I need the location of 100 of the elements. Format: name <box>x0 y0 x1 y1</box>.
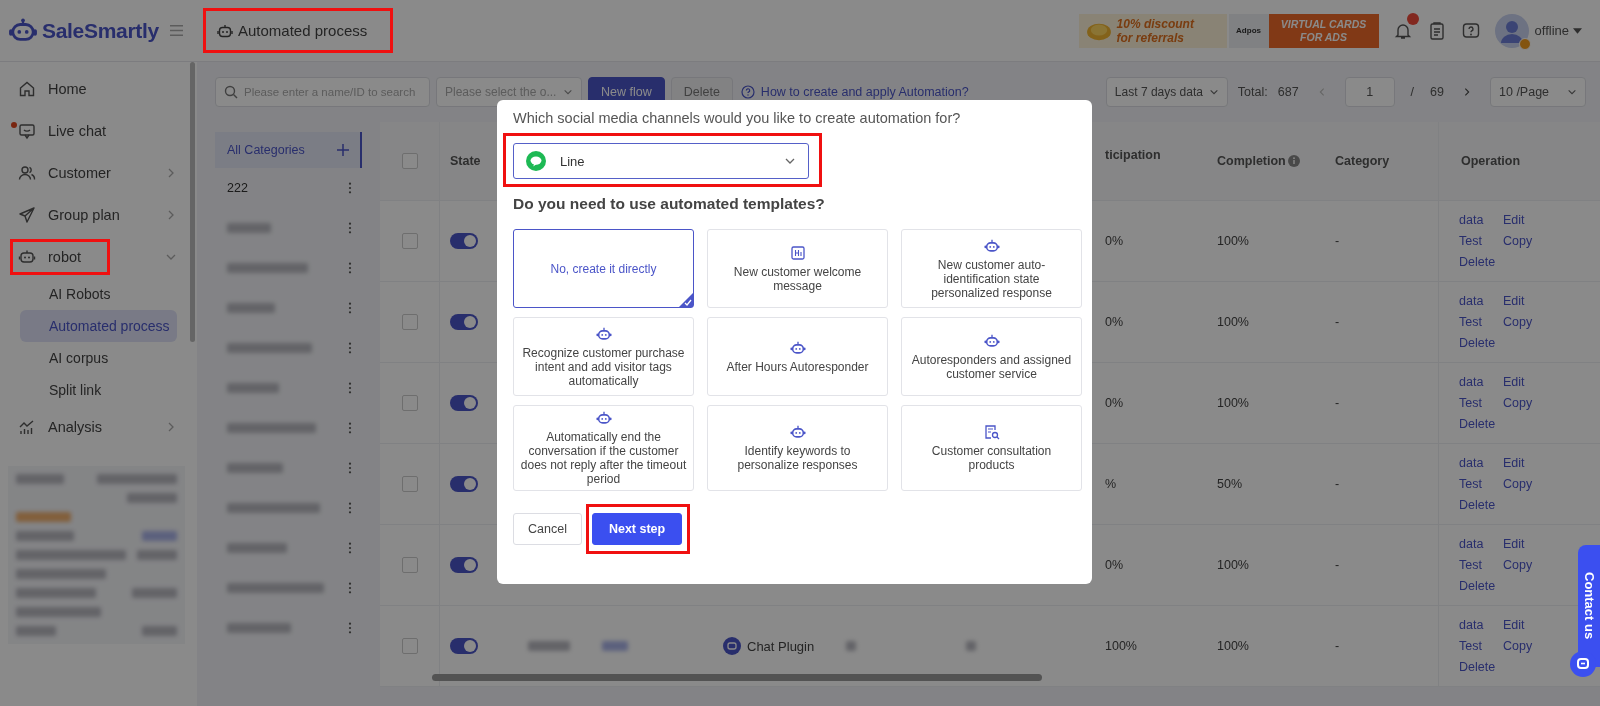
action-link[interactable]: data <box>1459 618 1503 632</box>
checkbox[interactable] <box>401 638 418 654</box>
action-link[interactable]: Delete <box>1459 498 1503 512</box>
toggle-switch[interactable] <box>450 557 478 573</box>
avatar-icon[interactable] <box>1494 13 1529 48</box>
template-card[interactable]: Customer consultation products <box>901 405 1082 491</box>
category-item[interactable]: 222 <box>215 168 362 208</box>
more-icon[interactable] <box>348 182 352 194</box>
next-step-button[interactable]: Next step <box>591 513 683 545</box>
sidebar-subitem[interactable]: Split link <box>20 374 177 406</box>
action-link[interactable]: Test <box>1459 396 1503 410</box>
cancel-button[interactable]: Cancel <box>513 513 582 545</box>
sidebar-subitem[interactable]: AI corpus <box>20 342 177 374</box>
action-link[interactable]: Delete <box>1459 336 1503 350</box>
send-icon <box>18 206 36 224</box>
action-link[interactable]: Copy <box>1503 558 1543 572</box>
template-card[interactable]: Automatically end the conversation if the customer does not reply after the timeout period <box>513 405 694 491</box>
category-item[interactable]: All Categories <box>215 132 362 168</box>
chat-icon[interactable] <box>1570 651 1596 677</box>
template-card[interactable]: No, create it directly <box>513 229 694 308</box>
channel-select[interactable]: Line <box>513 143 809 179</box>
toggle-switch[interactable] <box>450 395 478 411</box>
scrollbar[interactable] <box>432 674 1042 681</box>
more-icon[interactable] <box>348 582 352 594</box>
checkbox[interactable] <box>401 395 418 411</box>
template-card[interactable]: Identify keywords to personalize responses <box>707 405 888 491</box>
checkbox[interactable] <box>401 476 418 492</box>
action-link[interactable]: Copy <box>1503 396 1543 410</box>
more-icon[interactable] <box>348 462 352 474</box>
action-link[interactable]: data <box>1459 456 1503 470</box>
action-link[interactable]: Edit <box>1503 456 1543 470</box>
promo-banner[interactable]: 10% discount for referrals <box>1078 13 1227 48</box>
sidebar-item[interactable]: robot <box>10 236 177 278</box>
template-card[interactable]: Autoresponders and assigned customer service <box>901 317 1082 396</box>
more-icon[interactable] <box>348 622 352 634</box>
checkbox[interactable] <box>401 314 418 330</box>
template-card[interactable]: New customer welcome message <box>707 229 888 308</box>
checkbox[interactable] <box>401 153 418 169</box>
action-link[interactable]: Copy <box>1503 477 1543 491</box>
next-page-icon[interactable] <box>1462 87 1472 97</box>
toggle-switch[interactable] <box>450 233 478 249</box>
action-link[interactable]: Delete <box>1459 417 1503 431</box>
table-cell: 100% <box>1217 315 1249 329</box>
sidebar-subitem[interactable]: AI Robots <box>20 278 177 310</box>
contact-tab[interactable]: Contact us <box>1578 545 1600 667</box>
action-link[interactable]: Test <box>1459 639 1503 653</box>
page-size-select[interactable]: 10 /Page <box>1490 77 1586 107</box>
action-link[interactable]: Edit <box>1503 375 1543 389</box>
action-link[interactable]: Test <box>1459 477 1503 491</box>
action-link[interactable]: Delete <box>1459 660 1503 674</box>
action-link[interactable]: Test <box>1459 234 1503 248</box>
menu-icon[interactable] <box>168 24 184 37</box>
caret-icon[interactable] <box>1573 27 1582 34</box>
more-icon[interactable] <box>348 382 352 394</box>
checkbox[interactable] <box>401 557 418 573</box>
action-link[interactable]: Edit <box>1503 294 1543 308</box>
sidebar-subitem[interactable]: Automated process <box>20 310 177 342</box>
action-link[interactable]: data <box>1459 375 1503 389</box>
sidebar-item[interactable]: Customer <box>10 152 177 194</box>
action-link[interactable]: Test <box>1459 315 1503 329</box>
toggle-switch[interactable] <box>450 476 478 492</box>
more-icon[interactable] <box>348 222 352 234</box>
action-link[interactable]: Edit <box>1503 213 1543 227</box>
sidebar-item[interactable]: Analysis <box>10 406 177 448</box>
more-icon[interactable] <box>348 302 352 314</box>
action-link[interactable]: data <box>1459 294 1503 308</box>
more-icon[interactable] <box>348 542 352 554</box>
more-icon[interactable] <box>348 502 352 514</box>
template-card[interactable]: New customer auto-identification state personalized response <box>901 229 1082 308</box>
sidebar-item[interactable]: Live chat <box>10 110 177 152</box>
more-icon[interactable] <box>348 262 352 274</box>
action-link[interactable]: Copy <box>1503 639 1543 653</box>
template-card[interactable]: Recognize customer purchase intent and add visitor tags automatically <box>513 317 694 396</box>
help-link[interactable]: How to create and apply Automation? <box>760 85 969 99</box>
more-icon[interactable] <box>348 422 352 434</box>
promo-text: VIRTUAL CARDS <box>1280 17 1367 31</box>
checkbox[interactable] <box>401 233 418 249</box>
action-link[interactable]: Test <box>1459 558 1503 572</box>
action-link[interactable]: Delete <box>1459 579 1503 593</box>
column-header: ticipation <box>1105 148 1161 162</box>
toggle-switch[interactable] <box>450 638 478 654</box>
sidebar-item[interactable]: Home <box>10 68 177 110</box>
action-link[interactable]: Edit <box>1503 537 1543 551</box>
more-icon[interactable] <box>348 342 352 354</box>
action-link[interactable]: data <box>1459 537 1503 551</box>
user-status[interactable]: offline <box>1534 23 1569 38</box>
template-card[interactable]: After Hours Autoresponder <box>707 317 888 396</box>
action-link[interactable]: Edit <box>1503 618 1543 632</box>
range-select[interactable]: Last 7 days data <box>1105 77 1228 107</box>
page-input[interactable]: 1 <box>1344 77 1395 107</box>
action-link[interactable]: data <box>1459 213 1503 227</box>
action-link[interactable]: Copy <box>1503 234 1543 248</box>
action-link[interactable]: Copy <box>1503 315 1543 329</box>
help-icon[interactable] <box>1460 20 1481 41</box>
info-icon[interactable] <box>1287 155 1300 167</box>
sidebar-item[interactable]: Group plan <box>10 194 177 236</box>
plus-icon[interactable] <box>336 143 350 157</box>
promo-banner[interactable]: Adpos VIRTUAL CARDS FOR ADS <box>1228 13 1379 48</box>
toggle-switch[interactable] <box>450 314 478 330</box>
action-link[interactable]: Delete <box>1459 255 1503 269</box>
